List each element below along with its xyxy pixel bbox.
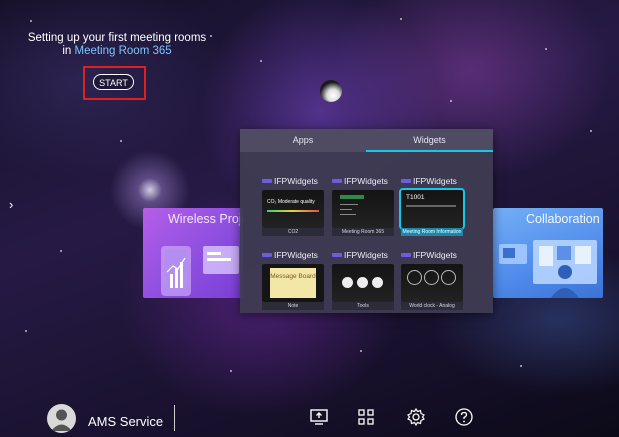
start-button[interactable]: START — [93, 74, 134, 90]
tab-widgets[interactable]: Widgets — [366, 129, 493, 152]
widget-tile-note[interactable]: IFPWidgets Message Board Note — [262, 250, 324, 312]
chevron-right-icon[interactable]: › — [9, 197, 13, 212]
wireless-projection-card[interactable]: Wireless Proje — [143, 208, 243, 298]
meeting-room-link[interactable]: Meeting Room 365 — [74, 45, 171, 57]
benq-logo-icon — [262, 179, 272, 183]
projection-illustration-icon — [161, 246, 239, 296]
thumb-line — [340, 214, 356, 215]
widget-caption: Meeting Room Information — [401, 228, 463, 236]
widget-caption: Note — [262, 302, 324, 310]
clock-icon — [424, 270, 439, 285]
widget-tile-meeting-room-365[interactable]: IFPWidgets Meeting Room 365 — [332, 176, 394, 238]
thumb-status-strip — [340, 195, 364, 199]
widget-caption: Tools — [332, 302, 394, 310]
widget-brand-label: IFPWidgets — [344, 176, 388, 186]
active-tab-indicator — [366, 150, 493, 152]
widget-thumbnail: Message Board — [262, 264, 324, 302]
widget-brand-label: IFPWidgets — [274, 250, 318, 260]
widget-tile-co2[interactable]: IFPWidgets CO₂ Moderate quality CO2 — [262, 176, 324, 238]
benq-logo-icon — [332, 253, 342, 257]
widget-brand-label: IFPWidgets — [413, 176, 457, 186]
screen-share-icon[interactable] — [309, 407, 329, 427]
tool-icon — [372, 277, 383, 288]
widgets-panel: Apps Widgets IFPWidgets CO₂ Moderate qua… — [240, 129, 493, 313]
help-icon[interactable] — [454, 407, 474, 427]
panel-tabs: Apps Widgets — [240, 129, 493, 152]
collaboration-card[interactable]: Collaboration — [493, 208, 603, 298]
benq-logo-icon — [401, 179, 411, 183]
bottom-divider — [174, 405, 175, 431]
tool-icon — [357, 277, 368, 288]
widget-caption: CO2 — [262, 228, 324, 236]
widget-tile-meeting-room-information[interactable]: IFPWidgets T1001 Meeting Room Informatio… — [399, 176, 465, 238]
clock-icon — [407, 270, 422, 285]
clock-icon — [441, 270, 456, 285]
thumb-text: Message Board — [270, 268, 316, 298]
benq-logo-icon — [401, 253, 411, 257]
benq-logo-icon — [332, 179, 342, 183]
widget-brand-label: IFPWidgets — [274, 176, 318, 186]
thumb-line — [406, 205, 456, 207]
widget-thumbnail — [332, 190, 394, 228]
tool-icon — [342, 277, 353, 288]
widget-tile-tools[interactable]: IFPWidgets Tools — [332, 250, 394, 312]
tab-apps[interactable]: Apps — [240, 129, 366, 152]
user-name[interactable]: AMS Service — [88, 414, 163, 429]
widget-brand-label: IFPWidgets — [344, 250, 388, 260]
widget-tile-world-clock[interactable]: IFPWidgets World clock - Analog — [401, 250, 463, 312]
widget-thumbnail — [332, 264, 394, 302]
widget-thumbnail: T1001 — [399, 188, 465, 230]
thumb-text: T1001 — [406, 194, 425, 201]
collaboration-illustration-icon — [499, 240, 597, 298]
thumb-line — [340, 209, 352, 210]
widget-caption: World clock - Analog — [401, 302, 463, 310]
apps-grid-icon[interactable] — [356, 407, 376, 427]
widget-thumbnail: CO₂ Moderate quality — [262, 190, 324, 228]
benq-logo-icon — [262, 253, 272, 257]
avatar[interactable] — [47, 404, 76, 433]
thumb-line — [340, 204, 358, 205]
setup-text: Setting up your first meeting rooms — [27, 32, 207, 44]
widget-thumbnail — [401, 264, 463, 302]
widget-brand-label: IFPWidgets — [413, 250, 457, 260]
co2-level-bar — [267, 210, 319, 212]
setup-text-prefix: in — [62, 45, 72, 57]
user-icon — [51, 409, 72, 431]
settings-icon[interactable] — [406, 407, 426, 427]
setup-banner: Setting up your first meeting rooms in M… — [22, 32, 212, 58]
moon-graphic — [320, 80, 342, 102]
thumb-text: CO₂ Moderate quality — [267, 199, 315, 205]
widget-caption: Meeting Room 365 — [332, 228, 394, 236]
